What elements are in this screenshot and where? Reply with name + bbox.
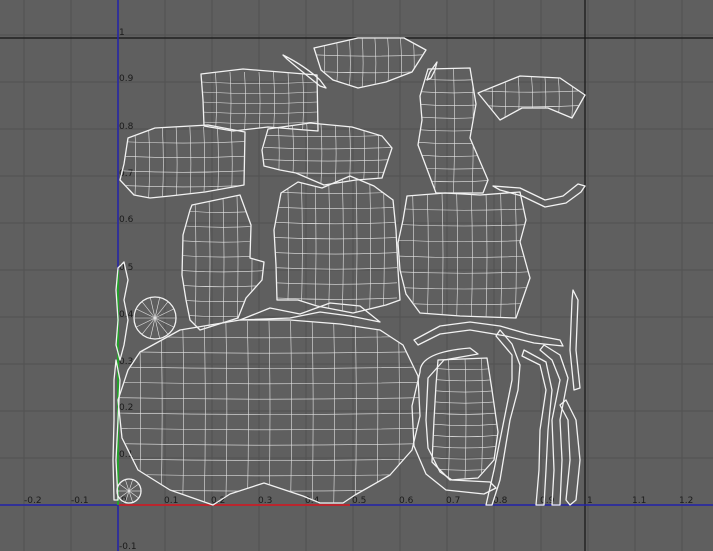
u-tick-label: 1: [587, 496, 593, 506]
v-tick-label: 0.6: [119, 215, 134, 225]
u-tick-label: -0.1: [71, 496, 89, 506]
u-tick-label: 1.2: [679, 496, 693, 506]
v-tick-label: 1: [119, 28, 125, 38]
uv-viewport[interactable]: -0.2 -0.1 0 0.1 0.2 0.3 0.4 0.5 0.6 0.7 …: [0, 0, 713, 551]
u-tick-label: 0.5: [352, 496, 366, 506]
v-tick-label: 0.9: [119, 74, 134, 84]
u-tick-label: 0.8: [493, 496, 508, 506]
u-tick-label: 0.1: [164, 496, 178, 506]
v-tick-label: 0.2: [119, 403, 133, 413]
u-tick-label: 0.7: [446, 496, 460, 506]
u-tick-label: 0.6: [399, 496, 414, 506]
u-tick-label: 0.3: [258, 496, 272, 506]
u-tick-label: -0.2: [24, 496, 42, 506]
v-tick-label: -0.1: [119, 542, 137, 551]
uv-texture-editor[interactable]: -0.2 -0.1 0 0.1 0.2 0.3 0.4 0.5 0.6 0.7 …: [0, 0, 713, 551]
u-tick-label: 1.1: [632, 496, 646, 506]
v-tick-label: 0.8: [119, 122, 134, 132]
